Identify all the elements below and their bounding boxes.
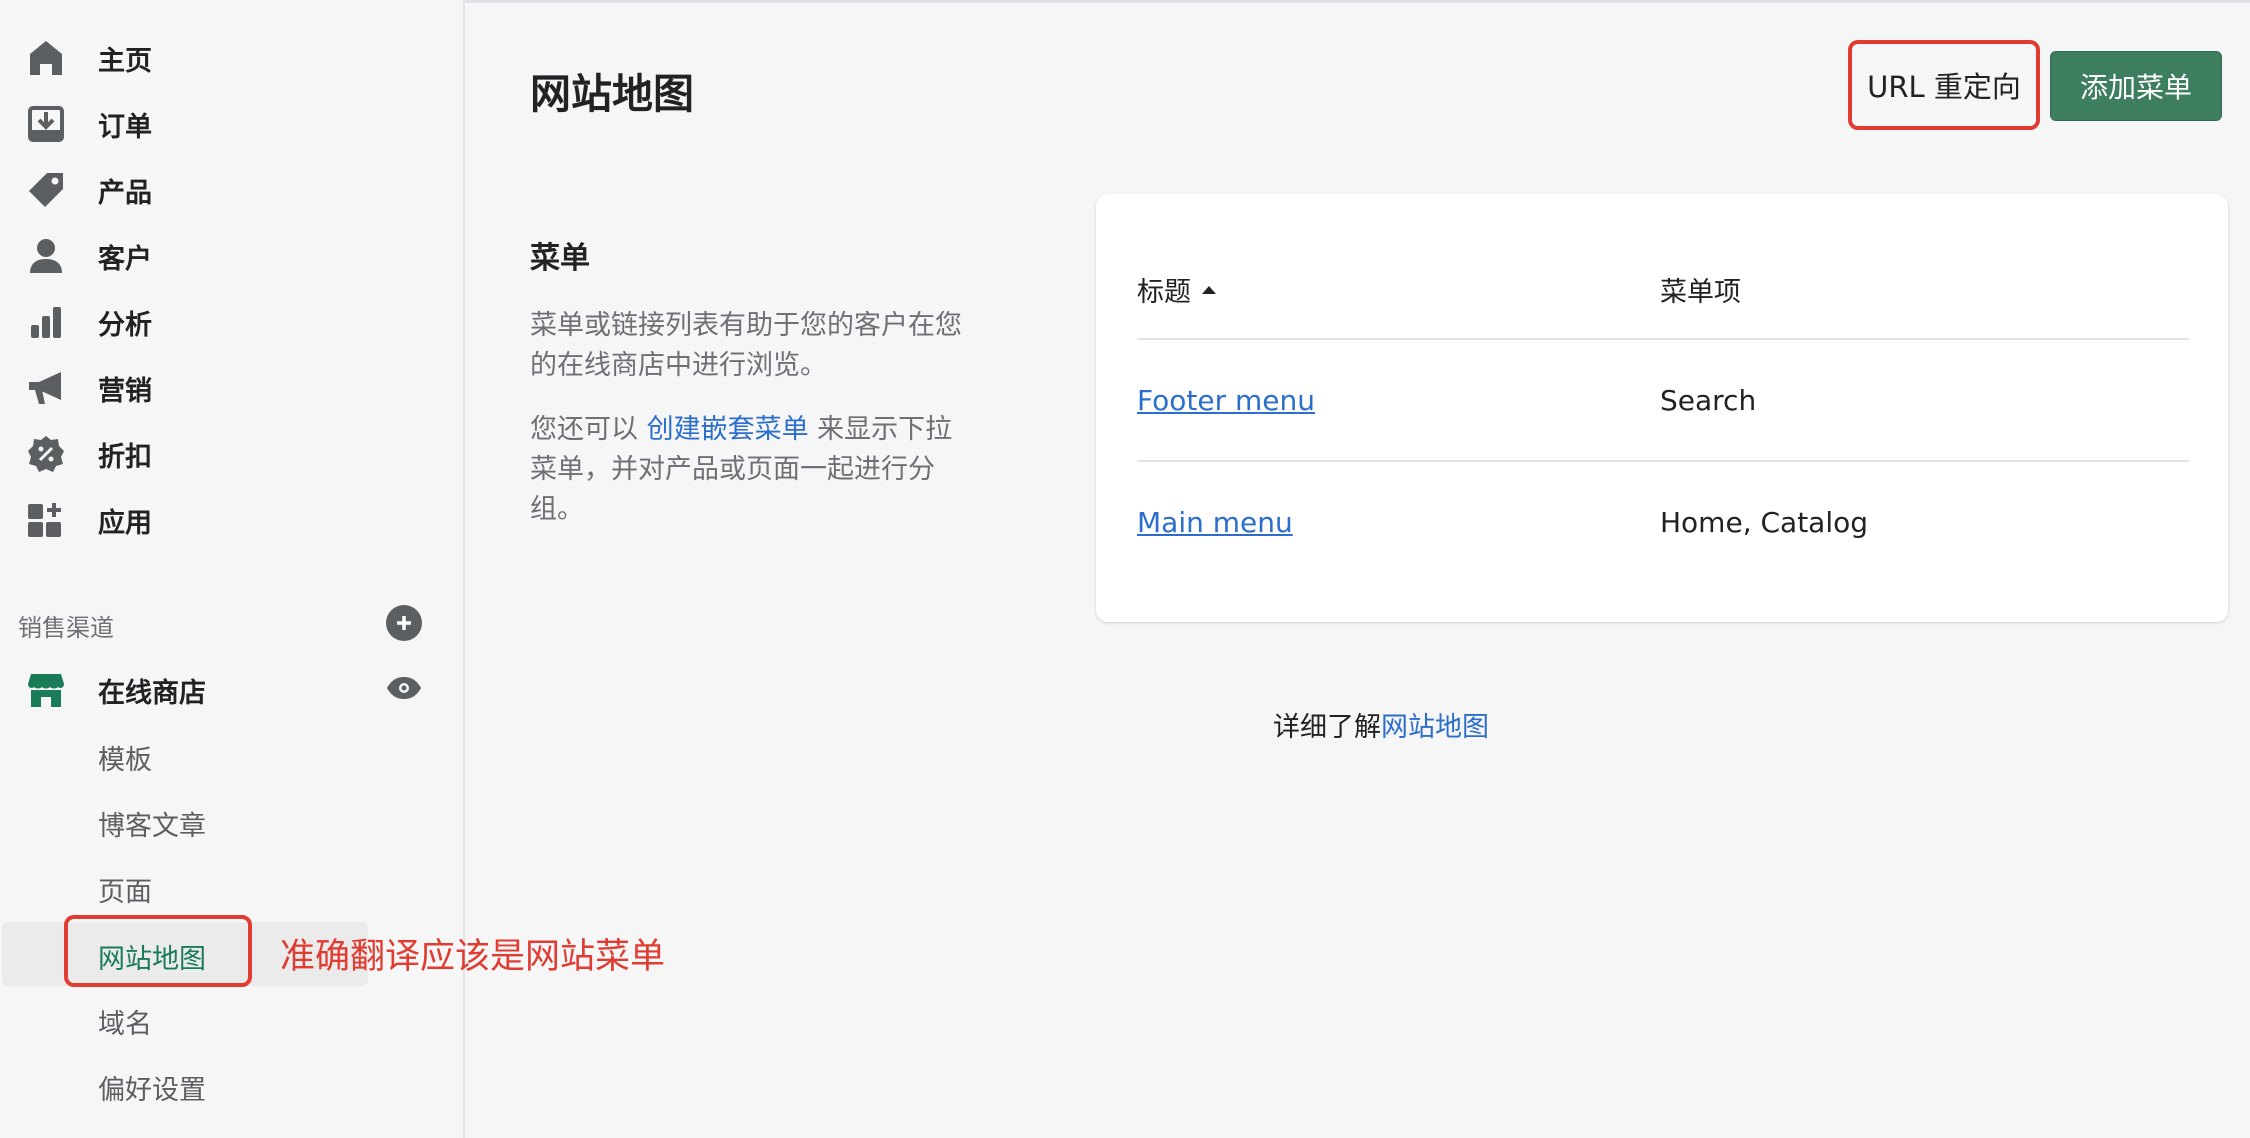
sidebar-item-label: 客户 [98, 243, 152, 275]
sidebar-subitem-domains[interactable]: 域名 [98, 1002, 152, 1041]
megaphone-icon [26, 368, 66, 408]
sidebar-item-label: 在线商店 [98, 677, 206, 709]
create-nested-menu-link[interactable]: 创建嵌套菜单 [647, 414, 809, 445]
learn-more-link[interactable]: 网站地图 [1381, 712, 1489, 743]
sidebar-item-label: 折扣 [98, 441, 152, 473]
add-menu-label: 添加菜单 [2079, 71, 2192, 104]
menu-link-footer[interactable]: Footer menu [1137, 384, 1315, 417]
sidebar-item-discounts[interactable]: 折扣 [0, 424, 465, 484]
view-store-button[interactable] [384, 672, 424, 704]
sidebar-subitem-blog-posts[interactable]: 博客文章 [98, 804, 206, 843]
sidebar-item-apps[interactable]: 应用 [0, 490, 465, 550]
eye-icon [387, 677, 421, 699]
nested-desc-prefix: 您还可以 [530, 414, 647, 445]
sidebar-item-label: 订单 [98, 111, 152, 143]
sidebar-subitem-pages[interactable]: 页面 [98, 870, 152, 909]
nested-menu-description: 您还可以 创建嵌套菜单 来显示下拉菜单，并对产品或页面一起进行分组。 [530, 410, 970, 530]
table-divider [1137, 460, 2189, 462]
url-redirect-button[interactable]: URL 重定向 [1848, 40, 2040, 130]
sidebar-item-label: 主页 [98, 45, 152, 77]
store-icon [26, 670, 66, 710]
page-title: 网站地图 [530, 70, 694, 118]
sidebar-item-marketing[interactable]: 营销 [0, 358, 465, 418]
add-sales-channel-button[interactable] [386, 605, 422, 641]
plus-icon [397, 616, 411, 630]
home-icon [26, 38, 66, 78]
column-header-menu-items: 菜单项 [1660, 270, 1741, 309]
sidebar-item-label: 营销 [98, 375, 152, 407]
url-redirect-label: URL 重定向 [1867, 70, 2021, 104]
table-divider [1137, 338, 2189, 340]
tag-icon [26, 170, 66, 210]
column-header-title-label: 标题 [1137, 277, 1191, 308]
annotation-note: 准确翻译应该是网站菜单 [280, 937, 666, 977]
sidebar-item-products[interactable]: 产品 [0, 160, 465, 220]
menu-items-footer: Search [1660, 384, 1757, 417]
learn-more-text: 详细了解网站地图 [1273, 705, 1489, 744]
apps-icon [26, 500, 66, 540]
sidebar-item-label: 分析 [98, 309, 152, 341]
discount-icon [26, 434, 66, 474]
add-menu-button[interactable]: 添加菜单 [2050, 51, 2222, 121]
sidebar-item-home[interactable]: 主页 [0, 28, 465, 88]
column-header-title[interactable]: 标题 [1137, 270, 1217, 309]
annotation-highlight-box [64, 915, 252, 987]
orders-icon [26, 104, 66, 144]
analytics-icon [26, 302, 66, 342]
sidebar-subitem-preferences[interactable]: 偏好设置 [98, 1068, 206, 1107]
menu-items-main: Home, Catalog [1660, 506, 1869, 539]
menu-link-main[interactable]: Main menu [1137, 506, 1293, 539]
sidebar-subitem-themes[interactable]: 模板 [98, 738, 152, 777]
sidebar-item-analytics[interactable]: 分析 [0, 292, 465, 352]
column-header-menu-items-label: 菜单项 [1660, 277, 1741, 308]
sidebar-item-orders[interactable]: 订单 [0, 94, 465, 154]
sort-ascending-icon [1202, 285, 1216, 294]
sidebar-item-label: 产品 [98, 177, 152, 209]
menus-description: 菜单或链接列表有助于您的客户在您的在线商店中进行浏览。 [530, 310, 962, 381]
customer-icon [26, 236, 66, 276]
sidebar-item-label: 应用 [98, 507, 152, 539]
menus-section-title: 菜单 [530, 241, 590, 276]
sidebar-item-customers[interactable]: 客户 [0, 226, 465, 286]
learn-more-prefix: 详细了解 [1273, 712, 1381, 743]
sales-channels-heading: 销售渠道 [18, 614, 114, 642]
